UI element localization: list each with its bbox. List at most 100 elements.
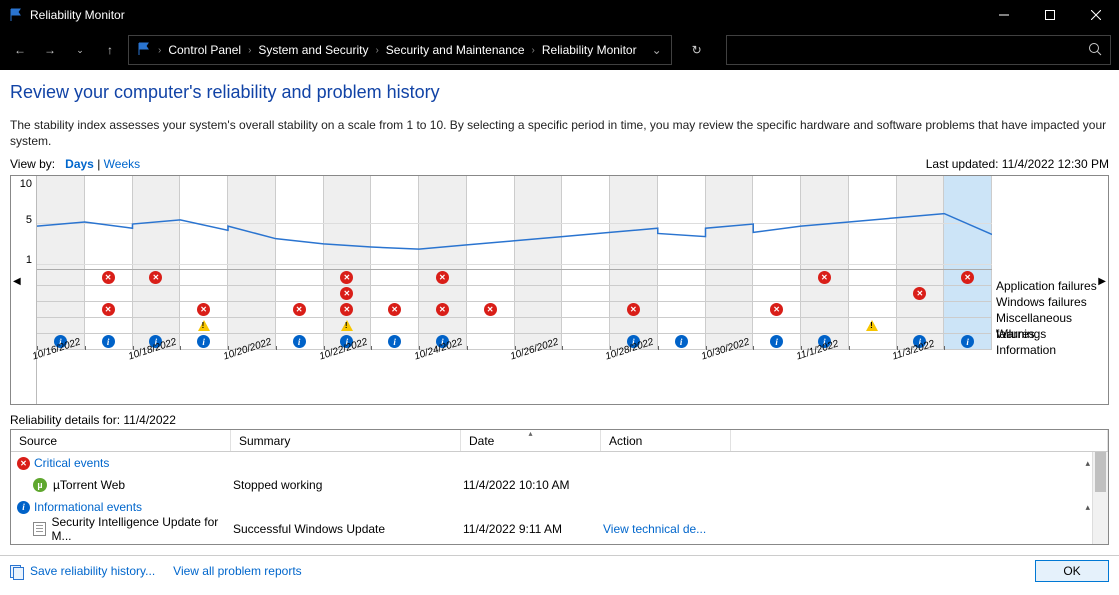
event-cell[interactable] xyxy=(944,302,992,317)
event-cell[interactable] xyxy=(276,286,324,301)
save-history-link[interactable]: Save reliability history... xyxy=(30,564,155,578)
table-row[interactable]: Security Intelligence Update for M...Suc… xyxy=(11,518,1108,540)
event-cell[interactable] xyxy=(753,286,801,301)
event-cell[interactable] xyxy=(658,318,706,333)
event-cell[interactable] xyxy=(324,286,372,301)
table-row[interactable]: µµTorrent WebStopped working11/4/2022 10… xyxy=(11,474,1108,496)
event-cell[interactable] xyxy=(849,318,897,333)
event-cell[interactable] xyxy=(276,334,324,349)
event-cell[interactable] xyxy=(133,270,181,285)
scroll-right-button[interactable]: ▶ xyxy=(1098,276,1106,287)
event-cell[interactable] xyxy=(228,286,276,301)
collapse-icon[interactable]: ▴ xyxy=(1085,458,1090,469)
event-cell[interactable] xyxy=(85,286,133,301)
event-cell[interactable] xyxy=(180,318,228,333)
event-cell[interactable] xyxy=(706,318,754,333)
event-cell[interactable] xyxy=(801,286,849,301)
event-cell[interactable] xyxy=(753,302,801,317)
event-cell[interactable] xyxy=(228,318,276,333)
event-cell[interactable] xyxy=(658,270,706,285)
event-cell[interactable] xyxy=(467,302,515,317)
forward-button[interactable]: → xyxy=(38,38,62,62)
event-cell[interactable] xyxy=(706,270,754,285)
search-input[interactable] xyxy=(726,35,1111,65)
event-cell[interactable] xyxy=(133,302,181,317)
event-cell[interactable] xyxy=(658,334,706,349)
event-cell[interactable] xyxy=(371,270,419,285)
event-cell[interactable] xyxy=(801,270,849,285)
event-cell[interactable] xyxy=(37,286,85,301)
event-cell[interactable] xyxy=(180,334,228,349)
event-cell[interactable] xyxy=(753,334,801,349)
close-button[interactable] xyxy=(1073,0,1119,30)
col-action[interactable]: Action xyxy=(601,430,731,451)
event-cell[interactable] xyxy=(180,286,228,301)
event-cell[interactable] xyxy=(897,302,945,317)
event-cell[interactable] xyxy=(849,286,897,301)
col-source[interactable]: Source xyxy=(11,430,231,451)
event-cell[interactable] xyxy=(37,318,85,333)
action-link[interactable]: View technical de... xyxy=(603,522,706,536)
breadcrumb[interactable]: Reliability Monitor xyxy=(538,43,641,57)
event-cell[interactable] xyxy=(515,318,563,333)
event-cell[interactable] xyxy=(371,286,419,301)
address-bar[interactable]: › Control Panel › System and Security › … xyxy=(128,35,672,65)
minimize-button[interactable] xyxy=(981,0,1027,30)
event-cell[interactable] xyxy=(276,302,324,317)
event-cell[interactable] xyxy=(276,270,324,285)
collapse-icon[interactable]: ▴ xyxy=(1085,502,1090,513)
event-cell[interactable] xyxy=(515,302,563,317)
event-cell[interactable] xyxy=(849,270,897,285)
event-cell[interactable] xyxy=(610,318,658,333)
event-cell[interactable] xyxy=(371,318,419,333)
event-cell[interactable] xyxy=(85,302,133,317)
group-header[interactable]: Critical events▴ xyxy=(11,452,1108,474)
event-cell[interactable] xyxy=(180,270,228,285)
view-all-reports-link[interactable]: View all problem reports xyxy=(173,564,302,578)
event-cell[interactable] xyxy=(562,270,610,285)
event-cell[interactable] xyxy=(228,270,276,285)
event-cell[interactable] xyxy=(324,302,372,317)
event-cell[interactable] xyxy=(658,286,706,301)
event-cell[interactable] xyxy=(610,286,658,301)
event-cell[interactable] xyxy=(944,318,992,333)
event-cell[interactable] xyxy=(944,334,992,349)
event-cell[interactable] xyxy=(610,270,658,285)
event-cell[interactable] xyxy=(37,302,85,317)
event-cell[interactable] xyxy=(562,334,610,349)
event-cell[interactable] xyxy=(706,302,754,317)
event-cell[interactable] xyxy=(897,270,945,285)
event-cell[interactable] xyxy=(897,318,945,333)
event-cell[interactable] xyxy=(419,270,467,285)
event-cell[interactable] xyxy=(801,318,849,333)
event-cell[interactable] xyxy=(562,318,610,333)
event-cell[interactable] xyxy=(85,318,133,333)
event-cell[interactable] xyxy=(133,318,181,333)
event-cell[interactable] xyxy=(133,286,181,301)
event-cell[interactable] xyxy=(467,334,515,349)
breadcrumb[interactable]: System and Security xyxy=(254,43,372,57)
event-cell[interactable] xyxy=(467,270,515,285)
event-cell[interactable] xyxy=(562,302,610,317)
event-cell[interactable] xyxy=(849,302,897,317)
event-cell[interactable] xyxy=(180,302,228,317)
event-cell[interactable] xyxy=(37,270,85,285)
event-cell[interactable] xyxy=(753,318,801,333)
event-cell[interactable] xyxy=(944,286,992,301)
event-cell[interactable] xyxy=(801,302,849,317)
back-button[interactable]: ← xyxy=(8,38,32,62)
breadcrumb[interactable]: Control Panel xyxy=(164,43,245,57)
event-cell[interactable] xyxy=(897,286,945,301)
event-cell[interactable] xyxy=(419,318,467,333)
view-by-days[interactable]: Days xyxy=(65,157,94,171)
maximize-button[interactable] xyxy=(1027,0,1073,30)
event-cell[interactable] xyxy=(419,302,467,317)
event-cell[interactable] xyxy=(753,270,801,285)
event-cell[interactable] xyxy=(467,318,515,333)
refresh-button[interactable]: ↻ xyxy=(684,43,710,57)
ok-button[interactable]: OK xyxy=(1035,560,1109,582)
event-cell[interactable] xyxy=(324,318,372,333)
event-cell[interactable] xyxy=(515,270,563,285)
col-summary[interactable]: Summary xyxy=(231,430,461,451)
event-cell[interactable] xyxy=(276,318,324,333)
